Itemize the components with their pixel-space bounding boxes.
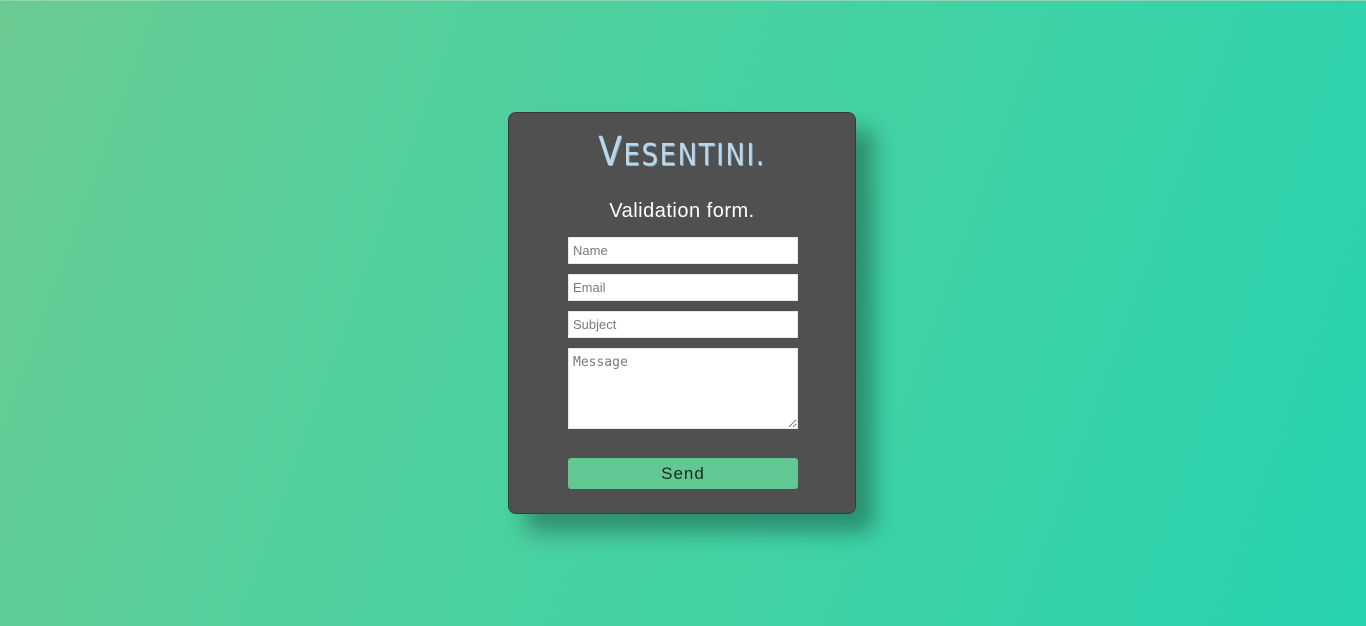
- name-input[interactable]: [568, 237, 798, 264]
- message-textarea[interactable]: [568, 348, 798, 429]
- logo-text: ESENTINI.: [623, 138, 766, 173]
- send-button[interactable]: Send: [568, 458, 798, 489]
- vesentini-logo: VESENTINI.: [533, 127, 831, 181]
- form-title: Validation form.: [609, 200, 755, 222]
- top-border-line: [0, 0, 1366, 1]
- subject-input[interactable]: [568, 311, 798, 338]
- validation-form-card: VESENTINI. Validation form. Send: [508, 112, 856, 514]
- logo-initial: V: [598, 129, 624, 175]
- email-input[interactable]: [568, 274, 798, 301]
